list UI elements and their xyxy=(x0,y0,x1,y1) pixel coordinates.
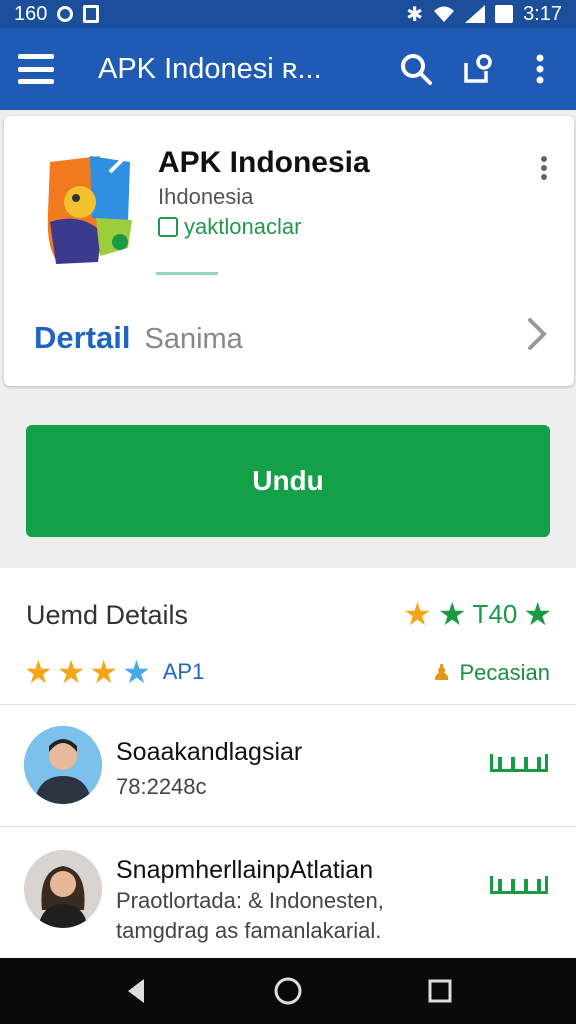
menu-icon[interactable] xyxy=(18,54,54,84)
app-card: APK Indonesia Ihdonesia yaktlonaclar Der… xyxy=(4,116,574,386)
reviewer-name: Soaakandlagsiar xyxy=(116,738,303,766)
app-link-text: yaktlonaclar xyxy=(184,214,302,239)
signal-icon xyxy=(465,5,486,23)
permission-label: Pecasian xyxy=(459,660,550,685)
star-icon: ★ xyxy=(56,654,86,690)
tab-detail[interactable]: Dertail xyxy=(34,320,130,356)
details-title: Uemd Details xyxy=(26,600,189,630)
divider xyxy=(0,826,576,827)
app-developer: Ihdonesia xyxy=(158,184,254,209)
star-icon: ★ xyxy=(89,654,119,690)
chevron-right-icon[interactable] xyxy=(522,314,552,354)
tab-secondary[interactable]: Sanima xyxy=(144,323,242,356)
search-icon[interactable] xyxy=(398,51,434,87)
review-text: Praotlortada: & Indonesten, tamgdrag as … xyxy=(116,888,384,943)
bluetooth-icon: ✱ xyxy=(406,3,424,26)
permissions-link[interactable]: ♟ Pecasian xyxy=(432,660,550,686)
rating-value: T40 xyxy=(472,598,518,629)
status-time-right: 3:17 xyxy=(523,2,562,25)
link-icon xyxy=(158,217,178,237)
more-options-icon[interactable] xyxy=(522,51,558,87)
status-time-left: 160 xyxy=(14,2,48,25)
wifi-icon xyxy=(434,6,455,22)
rating-summary: ★ ★ T40 ★ xyxy=(403,598,552,630)
star-icon: ★ xyxy=(437,596,467,632)
avatar xyxy=(24,726,102,804)
notification-icon xyxy=(57,6,74,22)
avatar xyxy=(24,850,102,928)
star-half-icon: ★ xyxy=(122,654,151,690)
screenshot-icon xyxy=(83,5,100,23)
battery-icon xyxy=(495,5,514,23)
home-icon[interactable] xyxy=(273,976,303,1006)
status-bar: 160 ✱ 3:17 xyxy=(0,0,576,28)
star-icon: ★ xyxy=(24,654,53,690)
download-button[interactable]: Undu xyxy=(26,425,550,537)
card-tabs: Dertail Sanima xyxy=(34,320,243,356)
app-bar-title: APK Indonesi ʀ... xyxy=(98,52,322,85)
review-item[interactable]: Soaakandlagsiar 78:2248c xyxy=(0,706,576,826)
permission-icon: ♟ xyxy=(431,660,452,685)
rating-badge-icon xyxy=(490,876,548,894)
divider xyxy=(0,704,576,705)
divider-accent xyxy=(156,272,218,275)
review-item[interactable]: SnapmherllainpAtlatian Praotlortada: & I… xyxy=(0,828,576,948)
app-name: APK Indonesia xyxy=(158,146,370,179)
back-icon[interactable] xyxy=(121,976,151,1006)
app-link[interactable]: yaktlonaclar xyxy=(158,214,301,240)
api-label: AP1 xyxy=(162,659,205,684)
star-icon: ★ xyxy=(523,596,552,632)
card-more-icon[interactable] xyxy=(540,156,548,180)
reviewer-name: SnapmherllainpAtlatian xyxy=(116,856,374,884)
share-icon[interactable] xyxy=(460,51,496,87)
recents-icon[interactable] xyxy=(425,976,455,1006)
navigation-bar xyxy=(0,958,576,1024)
details-panel: Uemd Details ★ ★ T40 ★ ★ ★ ★ ★ AP1 ♟ Pec… xyxy=(0,568,576,958)
star-rating: ★ ★ ★ ★ AP1 xyxy=(24,656,204,688)
review-text: 78:2248c xyxy=(116,774,207,799)
app-logo xyxy=(47,154,132,264)
star-icon: ★ xyxy=(403,596,432,632)
app-bar: APK Indonesi ʀ... xyxy=(0,28,576,110)
rating-badge-icon xyxy=(490,754,548,772)
